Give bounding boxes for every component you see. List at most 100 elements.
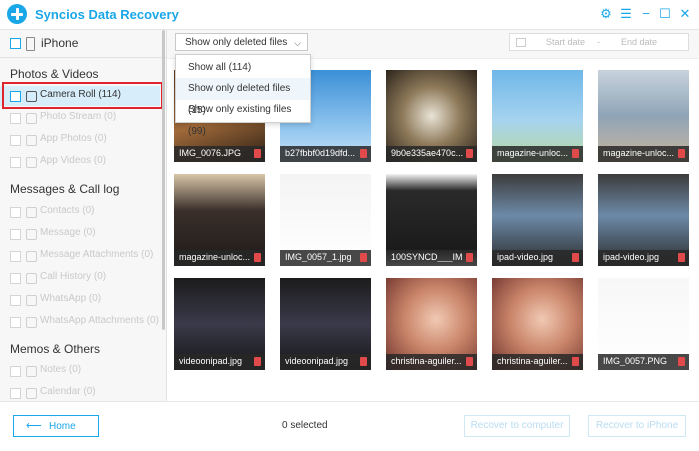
photo-thumbnail[interactable]: christina-aguiler... xyxy=(492,278,583,370)
trash-icon[interactable] xyxy=(254,357,261,366)
item-checkbox[interactable] xyxy=(10,135,21,146)
sidebar-item-calendar[interactable]: Calendar (0) xyxy=(0,383,160,401)
item-checkbox[interactable] xyxy=(10,317,21,328)
sidebar-item-whatsapp-attachments[interactable]: WhatsApp Attachments (0) xyxy=(0,312,160,332)
close-icon[interactable]: ✕ xyxy=(677,6,693,22)
filter-dropdown: Show all (114) Show only deleted files (… xyxy=(175,54,311,137)
sidebar-item-app-videos[interactable]: App Videos (0) xyxy=(0,152,160,172)
item-checkbox[interactable] xyxy=(10,251,21,262)
end-date-field[interactable]: End date xyxy=(621,37,657,47)
trash-icon[interactable] xyxy=(254,253,261,262)
sidebar-item-whatsapp[interactable]: WhatsApp (0) xyxy=(0,290,160,310)
sidebar-item-photo-stream[interactable]: Photo Stream (0) xyxy=(0,108,160,128)
photo-filename: 100SYNCD___IM... xyxy=(391,252,463,262)
calendar-icon xyxy=(26,388,37,399)
photo-thumbnail[interactable]: videoonipad.jpg xyxy=(280,278,371,370)
photo-thumbnail[interactable]: IMG_0057_1.jpg xyxy=(280,174,371,266)
trash-icon[interactable] xyxy=(678,357,685,366)
item-checkbox[interactable] xyxy=(10,295,21,306)
trash-icon[interactable] xyxy=(572,357,579,366)
trash-icon[interactable] xyxy=(678,149,685,158)
trash-icon[interactable] xyxy=(572,149,579,158)
sidebar-item-notes[interactable]: Notes (0) xyxy=(0,361,160,381)
photo-thumbnail[interactable]: magazine-unloc... xyxy=(174,174,265,266)
arrow-left-icon: ⟵ xyxy=(26,420,42,432)
photo-thumbnail[interactable]: christina-aguiler... xyxy=(386,278,477,370)
settings-gear-icon[interactable]: ⚙ xyxy=(598,6,614,22)
trash-icon[interactable] xyxy=(254,149,261,158)
trash-icon[interactable] xyxy=(466,253,473,262)
filter-option-existing[interactable]: Show only existing files (99) xyxy=(176,99,310,137)
minimize-icon[interactable]: − xyxy=(638,6,654,22)
home-button-label: Home xyxy=(49,421,76,432)
sidebar-scrollbar[interactable] xyxy=(162,30,165,330)
home-button[interactable]: ⟵ Home xyxy=(13,415,99,437)
trash-icon[interactable] xyxy=(466,357,473,366)
sidebar-item-message-attachments[interactable]: Message Attachments (0) xyxy=(0,246,160,266)
trash-icon[interactable] xyxy=(466,149,473,158)
trash-icon[interactable] xyxy=(360,149,367,158)
attachment-icon xyxy=(26,251,37,262)
sidebar-item-label: Call History (0) xyxy=(40,271,107,282)
sidebar-item-app-photos[interactable]: App Photos (0) xyxy=(0,130,160,150)
group-title-photos: Photos & Videos xyxy=(10,67,99,81)
app-photos-icon xyxy=(26,135,37,146)
message-icon xyxy=(26,229,37,240)
menu-icon[interactable]: ☰ xyxy=(618,6,634,22)
photo-thumbnail[interactable]: videoonipad.jpg xyxy=(174,278,265,370)
filter-option-all[interactable]: Show all (114) xyxy=(176,57,310,79)
filter-select[interactable]: Show only deleted files (15) ⌵ xyxy=(175,33,308,66)
sidebar-item-label: WhatsApp Attachments (0) xyxy=(40,315,159,326)
sidebar-item-label: Message (0) xyxy=(40,227,96,238)
item-checkbox[interactable] xyxy=(10,207,21,218)
filter-option-deleted[interactable]: Show only deleted files (15) xyxy=(176,78,310,116)
sidebar-item-message[interactable]: Message (0) xyxy=(0,224,160,244)
group-title-messages: Messages & Call log xyxy=(10,182,120,196)
photo-thumbnail[interactable]: ipad-video.jpg xyxy=(598,174,689,266)
item-checkbox[interactable] xyxy=(10,113,21,124)
photo-thumbnail[interactable]: IMG_0057.PNG xyxy=(598,278,689,370)
camera-roll-highlight-frame xyxy=(2,82,163,109)
item-checkbox[interactable] xyxy=(10,388,21,399)
item-checkbox[interactable] xyxy=(10,366,21,377)
sidebar-item-label: Photo Stream (0) xyxy=(40,111,117,122)
date-range-picker[interactable]: Start date - End date xyxy=(509,33,689,51)
sidebar-item-contacts[interactable]: Contacts (0) xyxy=(0,202,160,222)
photo-filename: videoonipad.jpg xyxy=(285,356,349,366)
item-checkbox[interactable] xyxy=(10,273,21,284)
photo-stream-icon xyxy=(26,113,37,124)
photo-caption-bar: magazine-unloc... xyxy=(598,146,689,162)
contacts-icon xyxy=(26,207,37,218)
sidebar-item-call-history[interactable]: Call History (0) xyxy=(0,268,160,288)
photo-caption-bar: christina-aguiler... xyxy=(386,354,477,370)
trash-icon[interactable] xyxy=(360,253,367,262)
photo-caption-bar: magazine-unloc... xyxy=(492,146,583,162)
photo-filename: videoonipad.jpg xyxy=(179,356,243,366)
photo-filename: magazine-unloc... xyxy=(179,252,251,262)
recover-to-computer-button[interactable]: Recover to computer xyxy=(464,415,570,437)
maximize-icon[interactable]: ☐ xyxy=(657,6,673,22)
item-checkbox[interactable] xyxy=(10,157,21,168)
device-label: iPhone xyxy=(41,36,79,50)
device-checkbox[interactable] xyxy=(10,38,21,49)
photo-thumbnail[interactable]: magazine-unloc... xyxy=(598,70,689,162)
photo-thumbnail[interactable]: 100SYNCD___IM... xyxy=(386,174,477,266)
photo-thumbnail[interactable]: magazine-unloc... xyxy=(492,70,583,162)
date-separator: - xyxy=(597,37,600,47)
device-row[interactable]: iPhone xyxy=(0,30,166,58)
photo-filename: 9b0e335ae470c... xyxy=(391,148,463,158)
start-date-field[interactable]: Start date xyxy=(546,37,585,47)
photo-thumbnail[interactable]: ipad-video.jpg xyxy=(492,174,583,266)
item-checkbox[interactable] xyxy=(10,229,21,240)
trash-icon[interactable] xyxy=(360,357,367,366)
photo-caption-bar: ipad-video.jpg xyxy=(492,250,583,266)
sidebar-item-label: WhatsApp (0) xyxy=(40,293,102,304)
trash-icon[interactable] xyxy=(678,253,685,262)
photo-thumbnail[interactable]: 9b0e335ae470c... xyxy=(386,70,477,162)
photo-caption-bar: 9b0e335ae470c... xyxy=(386,146,477,162)
call-history-icon xyxy=(26,273,37,284)
photo-caption-bar: IMG_0057_1.jpg xyxy=(280,250,371,266)
whatsapp-icon xyxy=(26,295,37,306)
trash-icon[interactable] xyxy=(572,253,579,262)
recover-to-iphone-button[interactable]: Recover to iPhone xyxy=(588,415,686,437)
